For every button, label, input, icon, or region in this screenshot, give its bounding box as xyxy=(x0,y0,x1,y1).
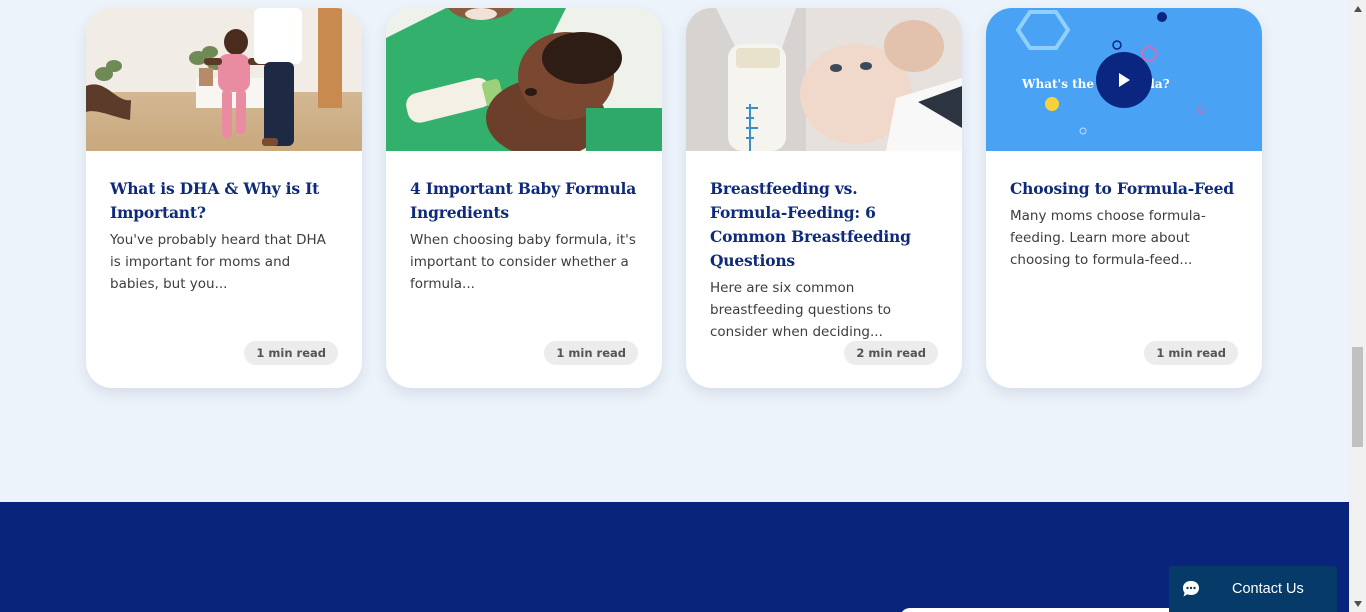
breast-pump-baby-image xyxy=(686,8,962,151)
play-icon xyxy=(1119,73,1130,87)
article-card-ingredients[interactable]: 4 Important Baby Formula Ingredients Whe… xyxy=(386,8,662,388)
card-title[interactable]: 4 Important Baby Formula Ingredients xyxy=(410,177,638,225)
footer-band xyxy=(0,502,1349,612)
read-time-badge: 1 min read xyxy=(244,341,338,365)
toddler-walking-image xyxy=(86,8,362,151)
baby-bottle-feeding-image xyxy=(386,8,662,151)
page-scrollbar[interactable] xyxy=(1349,0,1366,612)
article-cards: What is DHA & Why is It Important? You'v… xyxy=(86,8,1262,388)
scroll-down-arrow[interactable] xyxy=(1349,595,1366,612)
read-time-badge: 1 min read xyxy=(1144,341,1238,365)
card-title[interactable]: What is DHA & Why is It Important? xyxy=(110,177,338,225)
scroll-thumb[interactable] xyxy=(1352,347,1363,447)
caret-down-icon xyxy=(1353,600,1362,607)
card-description: Here are six common breastfeeding questi… xyxy=(710,280,892,340)
card-description: When choosing baby formula, it's importa… xyxy=(410,232,636,292)
scroll-up-arrow[interactable] xyxy=(1349,0,1366,17)
card-title[interactable]: Choosing to Formula-Feed xyxy=(1010,177,1238,201)
card-description: You've probably heard that DHA is import… xyxy=(110,232,326,292)
card-description: Many moms choose formula-feeding. Learn … xyxy=(1010,208,1206,268)
article-card-dha[interactable]: What is DHA & Why is It Important? You'v… xyxy=(86,8,362,388)
contact-us-label: Contact Us xyxy=(1232,581,1304,597)
card-title[interactable]: Breastfeeding vs. Formula-Feeding: 6 Com… xyxy=(710,177,938,273)
read-time-badge: 2 min read xyxy=(844,341,938,365)
play-button[interactable] xyxy=(1096,52,1152,108)
chat-bubble-icon xyxy=(1183,581,1199,597)
contact-us-button[interactable]: Contact Us xyxy=(1169,566,1337,612)
read-time-badge: 1 min read xyxy=(544,341,638,365)
article-card-formula-feed[interactable]: What's the y formula? Choosing to Formul… xyxy=(986,8,1262,388)
video-thumbnail[interactable]: What's the y formula? xyxy=(986,8,1262,151)
article-card-breastfeeding[interactable]: Breastfeeding vs. Formula-Feeding: 6 Com… xyxy=(686,8,962,388)
footer-input-edge xyxy=(900,608,1200,612)
caret-up-icon xyxy=(1353,5,1362,12)
